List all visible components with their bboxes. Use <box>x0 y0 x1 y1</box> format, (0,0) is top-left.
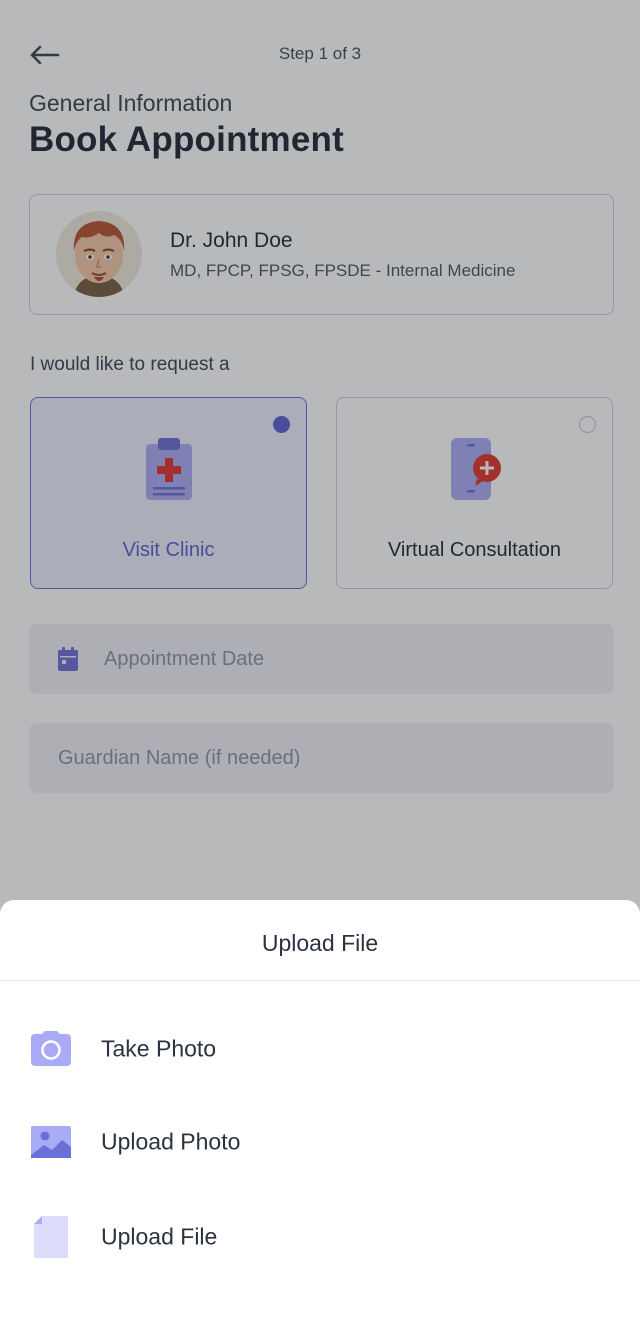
take-photo-option[interactable]: Take Photo <box>0 1009 640 1089</box>
file-icon <box>34 1216 68 1258</box>
camera-icon <box>31 1031 71 1066</box>
upload-bottom-sheet: Upload File Take Photo Upload Photo Uplo… <box>0 900 640 1323</box>
take-photo-label: Take Photo <box>101 1035 217 1062</box>
sheet-title: Upload File <box>261 930 379 956</box>
upload-file-label: Upload File <box>101 1223 218 1250</box>
upload-photo-option[interactable]: Upload Photo <box>0 1102 640 1182</box>
upload-photo-label: Upload Photo <box>101 1128 241 1155</box>
upload-file-option[interactable]: Upload File <box>0 1197 640 1277</box>
sheet-divider <box>0 980 640 981</box>
image-icon <box>31 1126 71 1158</box>
